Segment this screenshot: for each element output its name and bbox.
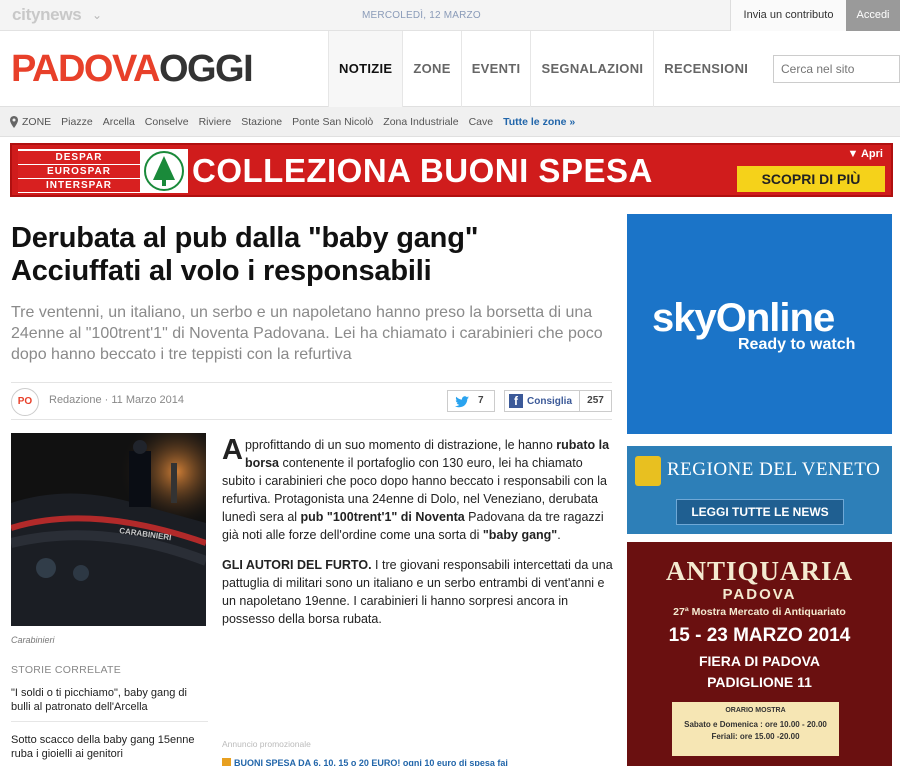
body-text-bold: "baby gang" — [482, 528, 558, 542]
all-zones-link[interactable]: Tutte le zone » — [503, 116, 575, 128]
zone-link-piazze[interactable]: Piazze — [61, 116, 93, 128]
hours-weekdays: Feriali: ore 15.00 -20.00 — [711, 732, 800, 741]
facebook-icon: f — [509, 394, 523, 408]
nav-zone[interactable]: ZONE — [402, 31, 460, 107]
hours-heading: ORARIO MOSTRA — [725, 707, 786, 714]
zone-link-cave[interactable]: Cave — [469, 116, 494, 128]
search-input[interactable] — [773, 55, 900, 83]
nav-notizie[interactable]: NOTIZIE — [328, 31, 403, 107]
nav-recensioni[interactable]: RECENSIONI — [653, 31, 758, 107]
brand-interspar: INTERSPAR — [18, 179, 140, 192]
article-photo[interactable]: CARABINIERI — [11, 433, 206, 626]
article-lede: Tre ventenni, un italiano, un serbo e un… — [11, 304, 603, 363]
sky-logo: skyOnline — [652, 296, 835, 340]
carabinieri-car-image: CARABINIERI — [11, 433, 206, 626]
article-body: Approfittando di un suo momento di distr… — [222, 436, 614, 640]
antiq-city: PADOVA — [722, 586, 797, 603]
top-bar: citynews ⌄ MERCOLEDÌ, 12 MARZO Invia un … — [0, 0, 900, 31]
twitter-share-button[interactable]: 7 — [447, 390, 495, 412]
main-nav: NOTIZIE ZONE EVENTI SEGNALAZIONI RECENSI… — [328, 31, 758, 107]
facebook-count: 257 — [579, 391, 611, 411]
body-text: pprofittando di un suo momento di distra… — [244, 438, 557, 452]
sky-tagline: Ready to watch — [738, 336, 856, 353]
antiquaria-ad[interactable]: ANTIQUARIA PADOVA 27ª Mostra Mercato di … — [627, 542, 892, 766]
body-text: . — [557, 528, 561, 542]
promo-icon — [222, 758, 231, 766]
sponsored-label: Annuncio promozionale — [222, 739, 311, 749]
logo-part2: OGGI — [158, 48, 254, 90]
antiq-subtitle: 27ª Mostra Mercato di Antiquariato — [673, 606, 846, 618]
related-stories-heading: STORIE CORRELATE — [11, 664, 122, 676]
section-heading: GLI AUTORI DEL FURTO. — [222, 558, 372, 572]
sky-online-ad[interactable]: skyOnline Ready to watch — [627, 214, 892, 434]
site-header: PADOVAOGGI NOTIZIE ZONE EVENTI SEGNALAZI… — [0, 31, 900, 107]
facebook-like-label: Consiglia — [527, 396, 573, 407]
nav-segnalazioni[interactable]: SEGNALAZIONI — [530, 31, 653, 107]
article-paragraph: Approfittando di un suo momento di distr… — [222, 436, 614, 544]
article-title-line1: Derubata al pub dalla "baby gang" — [11, 222, 479, 254]
spar-tree-icon — [144, 151, 184, 191]
opening-hours-box: ORARIO MOSTRA Sabato e Domenica : ore 10… — [672, 702, 839, 756]
current-date: MERCOLEDÌ, 12 MARZO — [362, 10, 481, 21]
zone-link-zona-industriale[interactable]: Zona Industriale — [383, 116, 458, 128]
antiq-pavilion: PADIGLIONE 11 — [707, 674, 812, 690]
brand-eurospar: EUROSPAR — [18, 165, 140, 178]
despar-banner-ad[interactable]: DESPAR EUROSPAR INTERSPAR COLLEZIONA BUO… — [10, 143, 893, 197]
author-avatar: PO — [11, 388, 39, 416]
related-story-link[interactable]: "I soldi o ti picchiamo", baby gang di b… — [11, 686, 208, 722]
zone-bar: ZONE Piazze Arcella Conselve Riviere Sta… — [0, 107, 900, 137]
banner-cta-button[interactable]: SCOPRI DI PIÙ — [737, 166, 885, 192]
citynews-logo[interactable]: citynews — [12, 5, 82, 25]
zone-link-riviere[interactable]: Riviere — [199, 116, 232, 128]
facebook-share-button[interactable]: f Consiglia 257 — [504, 390, 612, 412]
antiq-venue: FIERA DI PADOVA — [698, 653, 821, 669]
antiq-dates: 15 - 23 MARZO 2014 — [668, 625, 851, 646]
site-logo[interactable]: PADOVAOGGI — [11, 48, 254, 91]
regione-veneto-ad[interactable]: REGIONE DEL VENETO LEGGI TUTTE LE NEWS — [627, 446, 892, 534]
read-news-button[interactable]: LEGGI TUTTE LE NEWS — [676, 499, 844, 525]
related-story-link[interactable]: Sotto scacco della baby gang 15enne ruba… — [11, 733, 208, 761]
twitter-icon — [455, 396, 469, 408]
map-pin-icon — [10, 115, 18, 128]
lion-of-st-mark-icon — [635, 456, 661, 486]
sponsored-link[interactable]: BUONI SPESA DA 6, 10, 15 o 20 EURO! ogni… — [222, 758, 612, 766]
antiq-title: ANTIQUARIA — [665, 556, 854, 586]
logo-part1: PADOVA — [11, 48, 160, 90]
nav-eventi[interactable]: EVENTI — [460, 31, 531, 107]
banner-headline: COLLEZIONA BUONI SPESA — [192, 152, 653, 189]
body-text-bold: pub "100trent'1" di Noventa — [300, 510, 465, 524]
banner-open-toggle[interactable]: ▼ Apri — [847, 148, 883, 160]
hours-weekend: Sabato e Domenica : ore 10.00 - 20.00 — [684, 720, 827, 729]
promo-text: BUONI SPESA DA 6, 10, 15 o 20 EURO! ogni… — [234, 758, 508, 766]
chevron-down-icon[interactable]: ⌄ — [92, 8, 102, 22]
article-byline-bar: PO Redazione · 11 Marzo 2014 7 f Consigl… — [11, 382, 612, 420]
twitter-count: 7 — [478, 395, 484, 406]
author-date[interactable]: Redazione · 11 Marzo 2014 — [49, 394, 184, 406]
despar-logo-block: DESPAR EUROSPAR INTERSPAR — [18, 149, 188, 193]
veneto-title: REGIONE DEL VENETO — [667, 459, 881, 480]
zone-link-ponte-san-nicolo[interactable]: Ponte San Nicolò — [292, 116, 373, 128]
article-title: Derubata al pub dalla "baby gang" Acciuf… — [11, 222, 611, 288]
zone-link-stazione[interactable]: Stazione — [241, 116, 282, 128]
zone-label: ZONE — [22, 115, 52, 128]
article-title-line2: Acciuffati al volo i responsabili — [11, 255, 432, 287]
brand-despar: DESPAR — [18, 151, 140, 164]
article-paragraph: GLI AUTORI DEL FURTO. I tre giovani resp… — [222, 556, 614, 628]
drop-cap: A — [222, 434, 243, 466]
login-button[interactable]: Accedi — [846, 0, 900, 31]
zone-link-conselve[interactable]: Conselve — [145, 116, 189, 128]
photo-caption: Carabinieri — [11, 635, 55, 645]
zone-link-arcella[interactable]: Arcella — [103, 116, 135, 128]
submit-contribution-link[interactable]: Invia un contributo — [730, 0, 846, 31]
